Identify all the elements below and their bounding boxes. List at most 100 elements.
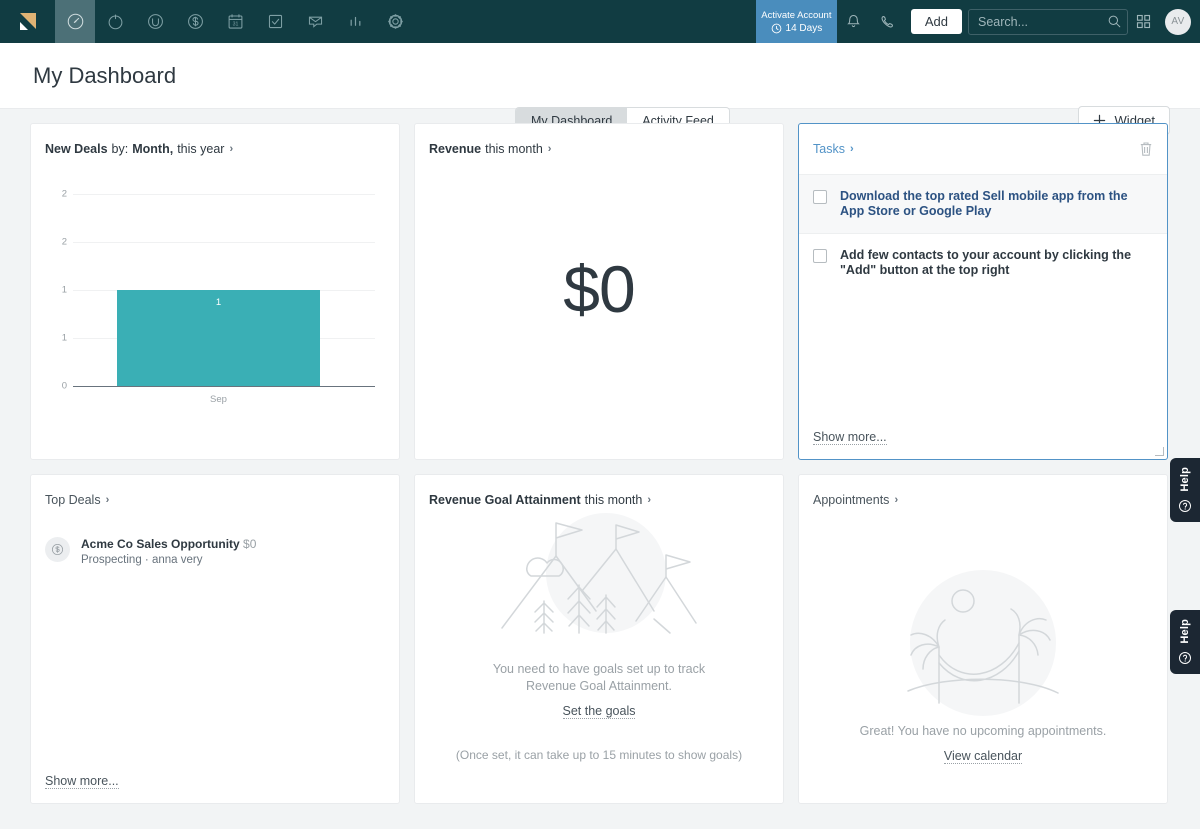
bell-icon <box>845 13 862 30</box>
widget-tasks-header[interactable]: Tasks › <box>799 124 1167 156</box>
widget-top-deals-header[interactable]: Top Deals › <box>31 475 399 507</box>
widget-revenue-header[interactable]: Revenue this month › <box>415 124 783 156</box>
revenue-value: $0 <box>415 251 783 327</box>
apps-grid-button[interactable] <box>1128 0 1158 43</box>
widget-new-deals-period: this year <box>177 142 224 156</box>
question-circle-icon <box>1178 499 1192 513</box>
widget-appointments-title: Appointments <box>813 493 889 507</box>
widget-new-deals: New Deals by: Month, this year › 2 2 1 1… <box>30 123 400 460</box>
help-tab-label: Help <box>1179 467 1191 492</box>
help-tab-label: Help <box>1179 619 1191 644</box>
page-title: My Dashboard <box>33 63 176 89</box>
tasks-list: Download the top rated Sell mobile app f… <box>799 174 1167 292</box>
top-deals-show-more-link[interactable]: Show more... <box>45 774 119 789</box>
clock-icon <box>771 23 782 34</box>
add-button[interactable]: Add <box>911 9 962 34</box>
widget-revenue-goal-header[interactable]: Revenue Goal Attainment this month › <box>415 475 783 507</box>
nav-item-contacts[interactable] <box>135 0 175 43</box>
nav-item-deals[interactable] <box>175 0 215 43</box>
call-button[interactable] <box>871 0 905 43</box>
phone-icon <box>879 13 896 30</box>
widget-new-deals-subtitle: by: <box>112 142 129 156</box>
question-circle-icon <box>1178 651 1192 665</box>
x-tick-label: Sep <box>117 394 320 405</box>
chevron-right-icon: › <box>894 494 898 506</box>
bar-value-label: 1 <box>117 297 320 308</box>
widget-revenue: Revenue this month › $0 <box>414 123 784 460</box>
activate-account-badge[interactable]: Activate Account 14 Days <box>756 0 837 43</box>
widget-revenue-title: Revenue <box>429 142 481 156</box>
new-deals-bar-chart: 2 2 1 1 0 1 Sep <box>45 194 375 394</box>
dashboard-grid: New Deals by: Month, this year › 2 2 1 1… <box>0 109 1200 804</box>
task-label: Download the top rated Sell mobile app f… <box>840 189 1149 219</box>
widget-new-deals-title: New Deals <box>45 142 108 156</box>
widget-new-deals-header[interactable]: New Deals by: Month, this year › <box>31 124 399 156</box>
revenue-goal-note: (Once set, it can take up to 15 minutes … <box>415 748 783 762</box>
chevron-right-icon: › <box>229 143 233 155</box>
activate-account-days: 14 Days <box>771 22 823 35</box>
primary-nav: 31 <box>55 0 415 43</box>
nav-item-settings[interactable] <box>375 0 415 43</box>
chevron-right-icon: › <box>850 143 854 155</box>
widget-revenue-goal-attainment: Revenue Goal Attainment this month › <box>414 474 784 804</box>
chevron-right-icon: › <box>548 143 552 155</box>
widget-revenue-goal-period: this month <box>585 493 643 507</box>
grid-apps-icon <box>1136 14 1151 29</box>
top-navigation-bar: 31 Activate Account <box>0 0 1200 43</box>
hammock-palms-illustration <box>799 563 1167 723</box>
activate-account-title: Activate Account <box>761 9 831 22</box>
nav-item-dashboard[interactable] <box>55 0 95 43</box>
widget-tasks: Tasks › Download the top rated Sell mobi… <box>798 123 1168 460</box>
y-tick-label: 2 <box>45 189 67 200</box>
deal-meta: Prospecting · anna very <box>81 554 256 566</box>
widget-top-deals: Top Deals › Acme Co Sales Opportunity $0… <box>30 474 400 804</box>
notifications-button[interactable] <box>837 0 871 43</box>
widget-revenue-goal-title: Revenue Goal Attainment <box>429 493 581 507</box>
y-tick-label: 2 <box>45 237 67 248</box>
task-checkbox[interactable] <box>813 249 827 263</box>
revenue-goal-message: You need to have goals set up to track R… <box>415 661 783 695</box>
nav-item-communication[interactable] <box>295 0 335 43</box>
dollar-circle-icon <box>45 537 70 562</box>
widget-new-deals-groupby: Month, <box>132 142 173 156</box>
list-item[interactable]: Acme Co Sales Opportunity $0 Prospecting… <box>31 521 399 566</box>
appointments-message: Great! You have no upcoming appointments… <box>799 723 1167 740</box>
top-deals-list: Acme Co Sales Opportunity $0 Prospecting… <box>31 521 399 566</box>
gridline <box>73 194 375 195</box>
widget-revenue-period: this month <box>485 142 543 156</box>
deal-name: Acme Co Sales Opportunity $0 <box>81 537 256 551</box>
task-checkbox[interactable] <box>813 190 827 204</box>
widget-tasks-title: Tasks <box>813 142 845 156</box>
x-axis <box>73 386 375 387</box>
task-label: Add few contacts to your account by clic… <box>840 248 1149 278</box>
tasks-show-more-link[interactable]: Show more... <box>813 430 887 445</box>
y-tick-label: 1 <box>45 333 67 344</box>
revenue-goal-empty-state: You need to have goals set up to track R… <box>415 507 783 762</box>
deal-amount: $0 <box>243 537 256 551</box>
page-header: My Dashboard My Dashboard Activity Feed … <box>0 43 1200 109</box>
search-input[interactable] <box>968 9 1128 35</box>
help-tab-primary[interactable]: Help <box>1170 458 1200 522</box>
nav-item-leads[interactable] <box>95 0 135 43</box>
widget-resize-handle[interactable] <box>1155 447 1164 456</box>
widget-appointments-header[interactable]: Appointments › <box>799 475 1167 507</box>
nav-item-tasks[interactable] <box>255 0 295 43</box>
appointments-empty-state: Great! You have no upcoming appointments… <box>799 507 1167 765</box>
chevron-right-icon: › <box>647 494 651 506</box>
help-tab-secondary[interactable]: Help <box>1170 610 1200 674</box>
nav-item-reports[interactable] <box>335 0 375 43</box>
widget-appointments: Appointments › Great! You have no upcomi… <box>798 474 1168 804</box>
trash-icon[interactable] <box>1139 141 1153 162</box>
set-the-goals-link[interactable]: Set the goals <box>563 704 636 719</box>
svg-text:31: 31 <box>232 22 238 28</box>
logo[interactable] <box>0 0 55 43</box>
gridline <box>73 242 375 243</box>
nav-item-calendar[interactable]: 31 <box>215 0 255 43</box>
task-item[interactable]: Add few contacts to your account by clic… <box>799 233 1167 292</box>
y-tick-label: 1 <box>45 285 67 296</box>
search-box[interactable] <box>968 9 1128 35</box>
avatar[interactable]: AV <box>1165 9 1191 35</box>
task-item[interactable]: Download the top rated Sell mobile app f… <box>799 174 1167 233</box>
view-calendar-link[interactable]: View calendar <box>944 749 1022 764</box>
topbar-right-actions: Activate Account 14 Days Add <box>756 0 1200 43</box>
